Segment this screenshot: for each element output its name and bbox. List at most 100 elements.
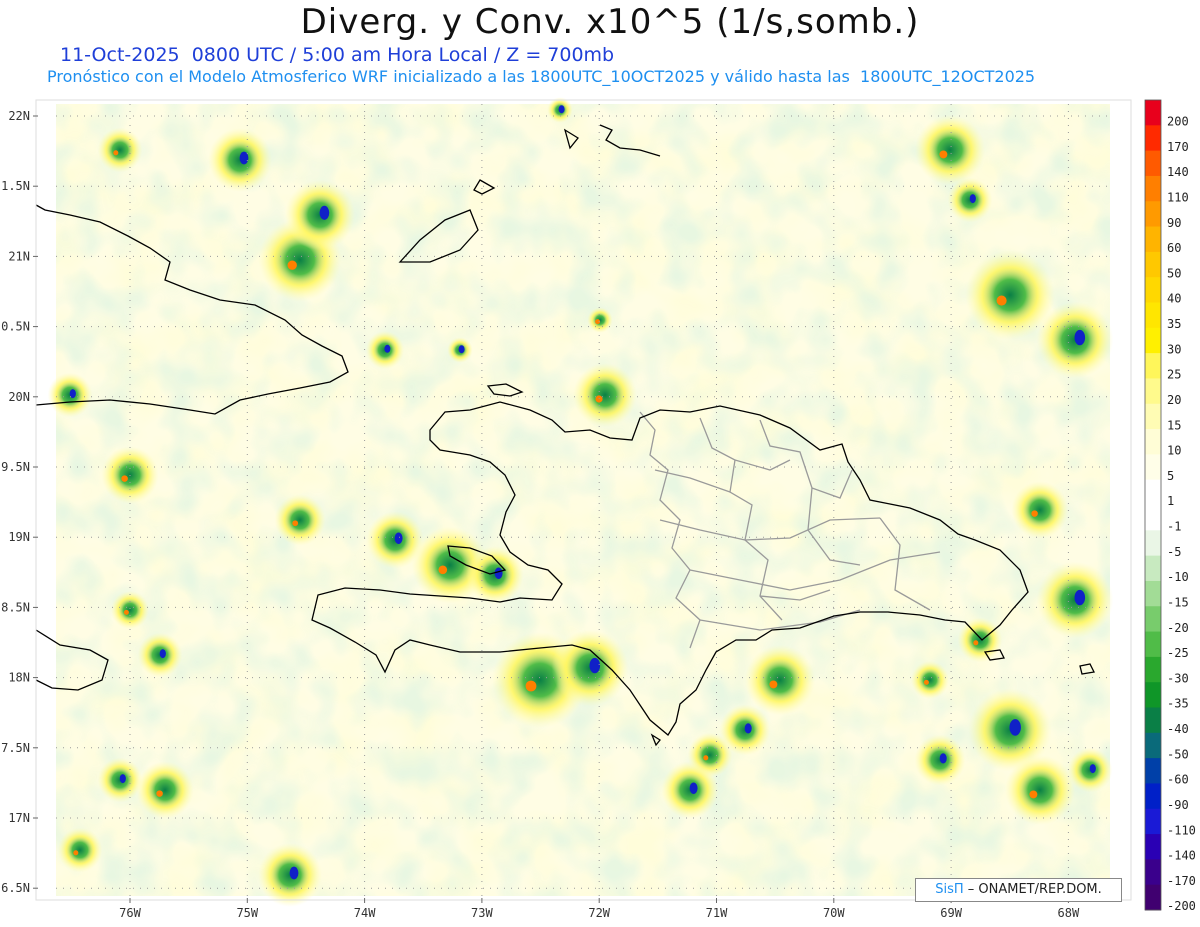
lat-label: 0.5N [1, 320, 30, 334]
colorbar-swatch [1145, 707, 1161, 734]
colorbar-label: -90 [1167, 798, 1189, 812]
cell-center [589, 657, 601, 674]
colorbar-label: -25 [1167, 646, 1189, 660]
colorbar-label: -110 [1167, 823, 1196, 837]
colorbar-swatch [1145, 580, 1161, 607]
cell-center [458, 345, 465, 354]
lon-label: 72W [588, 906, 610, 920]
cell-center [689, 782, 698, 794]
colorbar-label: -30 [1167, 671, 1189, 685]
credit-box: SisΠ – ONAMET/REP.DOM. [915, 878, 1122, 902]
colorbar-swatch [1145, 226, 1161, 253]
lat-label: 7.5N [1, 741, 30, 755]
cell-divergence [923, 679, 929, 685]
lon-label: 68W [1058, 906, 1080, 920]
colorbar-label: 50 [1167, 266, 1181, 280]
colorbar-label: 10 [1167, 444, 1181, 458]
cell-core [66, 836, 94, 864]
colorbar-swatch [1145, 201, 1161, 228]
colorbar-swatch [1145, 631, 1161, 658]
cell-core [585, 375, 625, 415]
colorbar-label: 1 [1167, 494, 1174, 508]
cell-center [289, 866, 299, 880]
cell-divergence [769, 680, 778, 689]
colorbar-swatch [1145, 656, 1161, 683]
lon-label: 76W [119, 906, 141, 920]
lat-label: 17N [8, 811, 30, 825]
cell-core [758, 658, 802, 702]
colorbar-label: 170 [1167, 140, 1189, 154]
lon-label: 70W [823, 906, 845, 920]
lat-label: 1.5N [1, 179, 30, 193]
cell-core [147, 772, 183, 808]
colorbar-swatch [1145, 505, 1161, 531]
colorbar-label: -20 [1167, 621, 1189, 635]
cell-core [982, 267, 1038, 323]
colorbar-swatch [1145, 403, 1161, 430]
cell-center [939, 753, 947, 764]
colorbar-label: -40 [1167, 722, 1189, 736]
colorbar-label: -1 [1167, 520, 1181, 534]
cell-divergence [996, 295, 1007, 306]
colorbar-swatch [1145, 378, 1161, 405]
cell-center [969, 194, 976, 204]
colorbar-label: -200 [1167, 899, 1196, 913]
colorbar-swatch [1145, 479, 1161, 506]
cell-core [284, 504, 316, 536]
colorbar-swatch [1145, 100, 1161, 126]
lat-label: 22N [8, 109, 30, 123]
colorbar-label: -60 [1167, 773, 1189, 787]
lat-label: 18N [8, 671, 30, 685]
colorbar-label: -35 [1167, 697, 1189, 711]
colorbar-swatch [1145, 429, 1161, 455]
cell-core [1022, 492, 1058, 528]
colorbar-label: 25 [1167, 368, 1181, 382]
colorbar-swatch [1145, 682, 1161, 708]
cell-divergence [703, 755, 709, 761]
cell-divergence [73, 850, 79, 856]
cell-core [106, 136, 134, 164]
cell-divergence [939, 150, 948, 159]
cell-center [119, 774, 126, 784]
cell-center [558, 105, 565, 114]
lon-label: 71W [706, 906, 728, 920]
lat-label: 8.5N [1, 600, 30, 614]
cell-divergence [973, 640, 979, 646]
cell-center [319, 205, 330, 220]
cell-center [394, 532, 403, 544]
colorbar-label: -10 [1167, 570, 1189, 584]
colorbar-label: 110 [1167, 190, 1189, 204]
colorbar-swatch [1145, 758, 1161, 784]
colorbar-swatch [1145, 859, 1161, 886]
cell-center [159, 649, 166, 659]
lat-label: 19N [8, 530, 30, 544]
cell-divergence [292, 520, 299, 527]
colorbar-label: -5 [1167, 545, 1181, 559]
cell-divergence [156, 790, 163, 797]
cell-core [918, 668, 942, 692]
cell-divergence [1031, 510, 1038, 517]
colorbar-label: -15 [1167, 595, 1189, 609]
colorbar-swatch [1145, 251, 1161, 278]
colorbar-label: 90 [1167, 216, 1181, 230]
lon-label: 73W [471, 906, 493, 920]
cell-core [928, 128, 972, 172]
colorbar-swatch [1145, 125, 1161, 152]
forecast-map: 22N 1.5N 21N 0.5N 20N 9.5N 19N 8.5N 18N 7.5N 17N 6.… [1, 97, 1196, 920]
cell-center [494, 567, 503, 579]
colorbar-swatch [1145, 783, 1161, 810]
cell-core [1018, 768, 1062, 812]
colorbar-swatch [1145, 454, 1161, 481]
lon-label: 74W [354, 906, 376, 920]
colorbar-swatch [1145, 353, 1161, 379]
colorbar-label: 140 [1167, 165, 1189, 179]
colorbar-swatch [1145, 555, 1161, 582]
colorbar-label: 200 [1167, 115, 1189, 129]
colorbar-label: 60 [1167, 241, 1181, 255]
colorbar-swatch [1145, 302, 1161, 329]
cell-center [1074, 329, 1086, 346]
colorbar-label: 40 [1167, 292, 1181, 306]
colorbar-label: 5 [1167, 469, 1174, 483]
cell-core [966, 626, 994, 654]
cell-divergence [113, 150, 119, 156]
